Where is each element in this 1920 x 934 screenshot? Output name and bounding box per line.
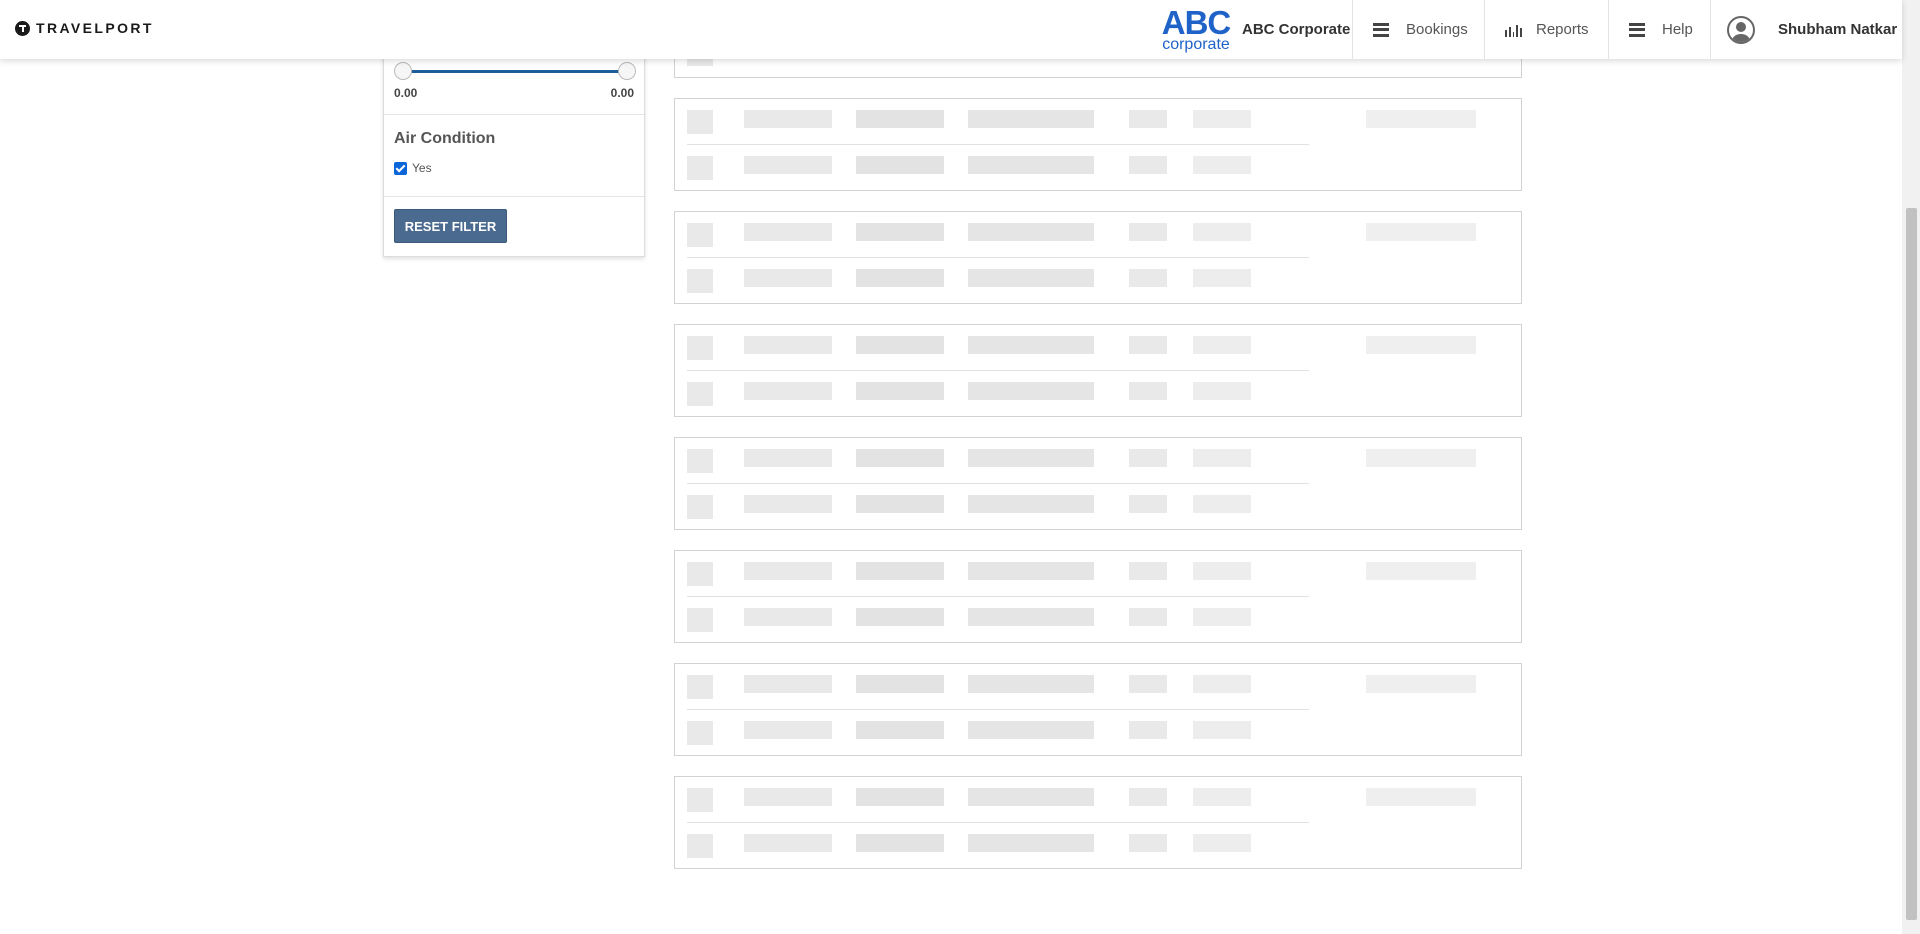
page-scrollbar[interactable] xyxy=(1902,0,1920,934)
company-brand-logo: ABC corporate xyxy=(1160,4,1232,53)
nav-bookings-label: Bookings xyxy=(1406,21,1468,38)
result-card-skeleton xyxy=(674,550,1522,643)
result-card-skeleton xyxy=(674,776,1522,869)
result-card-skeleton xyxy=(674,98,1522,191)
filter-divider xyxy=(384,114,644,115)
brand-logo-abc: ABC xyxy=(1161,4,1232,41)
nav-reports[interactable]: Reports xyxy=(1484,0,1608,59)
user-menu[interactable]: Shubham Natkar xyxy=(1710,0,1902,59)
reset-filter-button[interactable]: RESET FILTER xyxy=(394,209,507,243)
app-header: TRAVELPORT ABC corporate ABC Corporate B… xyxy=(0,0,1902,59)
range-slider-max-handle[interactable] xyxy=(618,62,636,80)
air-condition-yes-label[interactable]: Yes xyxy=(412,161,432,175)
range-slider-min-handle[interactable] xyxy=(394,62,412,80)
skeleton-row xyxy=(687,325,1309,371)
range-min-value: 0.00 xyxy=(394,86,418,100)
skeleton-row xyxy=(687,258,1309,304)
result-card-skeleton xyxy=(674,211,1522,304)
nav-help[interactable]: Help xyxy=(1608,0,1710,59)
scrollbar-thumb[interactable] xyxy=(1906,208,1917,920)
range-slider-track[interactable] xyxy=(402,70,627,73)
skeleton-price xyxy=(1366,110,1476,128)
result-card-skeleton xyxy=(674,324,1522,417)
skeleton-row xyxy=(687,212,1309,258)
air-condition-title: Air Condition xyxy=(394,130,496,147)
skeleton-price xyxy=(1366,788,1476,806)
user-avatar-icon xyxy=(1727,15,1755,44)
skeleton-row xyxy=(687,664,1309,710)
skeleton-row xyxy=(687,710,1309,756)
user-name: Shubham Natkar xyxy=(1778,21,1898,38)
skeleton-price xyxy=(1366,223,1476,241)
skeleton-price xyxy=(1366,449,1476,467)
skeleton-row xyxy=(687,484,1309,530)
skeleton-price xyxy=(1366,336,1476,354)
travelport-logo-icon xyxy=(15,20,30,36)
bar-chart-icon xyxy=(1505,23,1522,37)
nav-reports-label: Reports xyxy=(1536,21,1589,38)
skeleton-price xyxy=(1366,675,1476,693)
skeleton-row xyxy=(687,145,1309,191)
skeleton-row xyxy=(687,371,1309,417)
result-card-skeleton xyxy=(674,663,1522,756)
skeleton-row xyxy=(687,597,1309,643)
skeleton-price xyxy=(1366,562,1476,580)
nav-help-label: Help xyxy=(1662,21,1693,38)
nav-bookings[interactable]: Bookings xyxy=(1352,0,1484,59)
skeleton-row xyxy=(687,823,1309,869)
company-name: ABC Corporate xyxy=(1242,21,1351,38)
brand-logo-sub: corporate xyxy=(1162,36,1230,53)
filter-divider xyxy=(384,196,644,197)
skeleton-row xyxy=(687,438,1309,484)
skeleton-row xyxy=(687,777,1309,823)
skeleton-row xyxy=(687,99,1309,145)
travelport-logo[interactable]: TRAVELPORT xyxy=(15,20,154,36)
menu-icon xyxy=(1629,22,1645,37)
menu-icon xyxy=(1373,22,1389,37)
result-card-skeleton xyxy=(674,437,1522,530)
travelport-logo-text: TRAVELPORT xyxy=(36,20,154,36)
skeleton-row xyxy=(687,551,1309,597)
air-condition-yes-checkbox[interactable] xyxy=(394,162,407,175)
range-max-value: 0.00 xyxy=(610,86,634,100)
